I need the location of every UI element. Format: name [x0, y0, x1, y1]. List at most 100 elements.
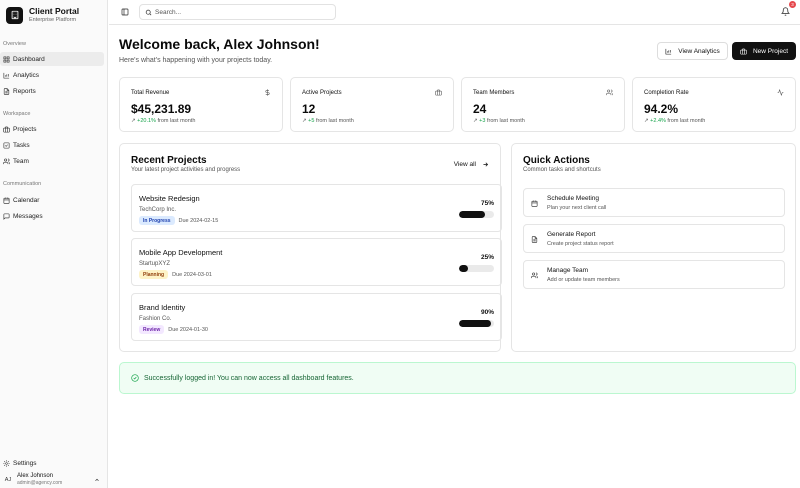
- sidebar-item-team[interactable]: Team: [0, 154, 104, 168]
- sidebar-item-label: Dashboard: [13, 55, 45, 63]
- check-circle-icon: [131, 374, 139, 382]
- recent-projects-panel: Recent Projects Your latest project acti…: [119, 143, 502, 352]
- users-icon: [531, 272, 538, 279]
- progress-fill: [459, 320, 491, 327]
- status-badge: In Progress: [139, 216, 175, 225]
- section-label-overview: Overview: [3, 41, 26, 47]
- project-client: Fashion Co.: [139, 316, 172, 322]
- sidebar-item-dashboard[interactable]: Dashboard: [0, 52, 104, 66]
- new-project-button[interactable]: New Project: [732, 42, 796, 60]
- sidebar-item-projects[interactable]: Projects: [0, 122, 104, 136]
- brand[interactable]: Client Portal Enterprise Platform: [6, 6, 79, 24]
- project-due-date: Due 2024-03-01: [172, 271, 212, 278]
- sidebar-item-label: Calendar: [13, 196, 40, 204]
- project-card[interactable]: Mobile App Development StartupXYZ Planni…: [131, 238, 502, 286]
- view-all-link[interactable]: View all: [454, 161, 489, 168]
- action-title: Schedule Meeting: [547, 195, 600, 202]
- progress-percent: 75%: [480, 200, 494, 207]
- bar-chart-icon: [3, 72, 10, 78]
- page-title: Welcome back, Alex Johnson!: [119, 36, 320, 52]
- calendar-icon: [3, 197, 10, 204]
- file-text-icon: [3, 87, 10, 95]
- stat-card-completion: Completion Rate 94.2% ↗ +2.4% from last …: [632, 77, 796, 132]
- success-alert: Successfully logged in! You can now acce…: [119, 362, 796, 394]
- project-client: StartupXYZ: [139, 261, 171, 267]
- stat-change-suffix: from last month: [157, 118, 196, 124]
- activity-icon: [777, 89, 784, 96]
- bell-icon[interactable]: [781, 7, 790, 16]
- bar-chart-icon: [665, 48, 672, 54]
- user-menu[interactable]: AJ Alex Johnson admin@agency.com: [3, 472, 103, 488]
- gear-icon: [3, 459, 10, 467]
- briefcase-icon: [3, 126, 10, 132]
- status-badge: Planning: [139, 270, 169, 279]
- sidebar-item-reports[interactable]: Reports: [0, 84, 104, 98]
- building-icon: [6, 6, 23, 24]
- dollar-icon: [265, 89, 270, 96]
- action-title: Generate Report: [547, 231, 596, 238]
- stat-card-projects: Active Projects 12 ↗ +5 from last month: [290, 77, 454, 132]
- sidebar-item-label: Tasks: [13, 141, 30, 149]
- project-due-date: Due 2024-02-15: [178, 217, 219, 224]
- section-label-communication: Communication: [3, 181, 42, 187]
- stat-change: ↗ +2.4% from last month: [644, 118, 706, 124]
- project-name: Website Redesign: [139, 194, 200, 203]
- stat-value: 24: [473, 102, 487, 116]
- chevron-up-icon: [95, 478, 99, 481]
- stat-change-value: +3: [479, 118, 486, 124]
- search-input[interactable]: [155, 8, 325, 16]
- schedule-meeting-action[interactable]: Schedule Meeting Plan your next client c…: [523, 188, 785, 217]
- panel-title: Quick Actions: [523, 155, 590, 166]
- stat-title: Team Members: [473, 90, 515, 96]
- sidebar-item-calendar[interactable]: Calendar: [0, 193, 104, 207]
- search-box[interactable]: [139, 4, 336, 20]
- project-name: Brand Identity: [139, 303, 186, 312]
- users-icon: [3, 158, 10, 164]
- stat-change: ↗ +3 from last month: [473, 118, 525, 124]
- user-name: Alex Johnson: [17, 473, 54, 479]
- calendar-icon: [531, 200, 538, 207]
- project-due-date: Due 2024-01-30: [168, 326, 208, 333]
- stat-title: Active Projects: [302, 90, 342, 96]
- sidebar-toggle-icon[interactable]: [121, 8, 129, 16]
- page-subtitle: Here's what's happening with your projec…: [119, 57, 273, 64]
- generate-report-action[interactable]: Generate Report Create project status re…: [523, 224, 785, 253]
- stat-title: Total Revenue: [131, 90, 170, 96]
- sidebar-item-label: Messages: [13, 212, 43, 220]
- stat-value: 12: [302, 102, 316, 116]
- users-icon: [606, 89, 613, 96]
- briefcase-icon: [435, 89, 442, 96]
- search-icon: [145, 9, 152, 15]
- sidebar-item-tasks[interactable]: Tasks: [0, 138, 104, 152]
- progress-fill: [459, 211, 486, 218]
- progress-bar: [459, 211, 494, 218]
- sidebar-item-analytics[interactable]: Analytics: [0, 68, 104, 82]
- stat-card-team: Team Members 24 ↗ +3 from last month: [461, 77, 625, 132]
- stat-card-revenue: Total Revenue $45,231.89 ↗ +20.1% from l…: [119, 77, 283, 132]
- panel-title: Recent Projects: [131, 155, 207, 166]
- view-all-label: View all: [453, 161, 476, 168]
- sidebar-item-label: Analytics: [13, 71, 40, 79]
- action-title: Manage Team: [547, 267, 589, 274]
- progress-bar: [459, 320, 494, 327]
- brand-title: Client Portal: [29, 6, 80, 16]
- avatar: AJ: [4, 477, 12, 483]
- project-card[interactable]: Website Redesign TechCorp Inc. In Progre…: [131, 184, 502, 232]
- manage-team-action[interactable]: Manage Team Add or update team members: [523, 260, 785, 289]
- sidebar-item-messages[interactable]: Messages: [0, 209, 104, 223]
- check-square-icon: [3, 142, 10, 148]
- arrow-right-icon: [483, 162, 489, 167]
- progress-bar: [459, 265, 494, 272]
- action-subtitle: Create project status report: [547, 241, 614, 247]
- sidebar-item-label: Team: [13, 157, 29, 165]
- panel-subtitle: Your latest project activities and progr…: [131, 167, 241, 173]
- user-email: admin@agency.com: [17, 480, 63, 486]
- progress-percent: 25%: [480, 254, 494, 261]
- stat-title: Completion Rate: [644, 90, 689, 96]
- section-label-workspace: Workspace: [3, 111, 31, 117]
- stat-value: 94.2%: [644, 102, 679, 116]
- sidebar-item-settings[interactable]: Settings: [0, 456, 104, 470]
- stat-change-value: +5: [308, 118, 315, 124]
- view-analytics-button[interactable]: View Analytics: [657, 42, 728, 60]
- project-card[interactable]: Brand Identity Fashion Co. Review Due 20…: [131, 293, 502, 341]
